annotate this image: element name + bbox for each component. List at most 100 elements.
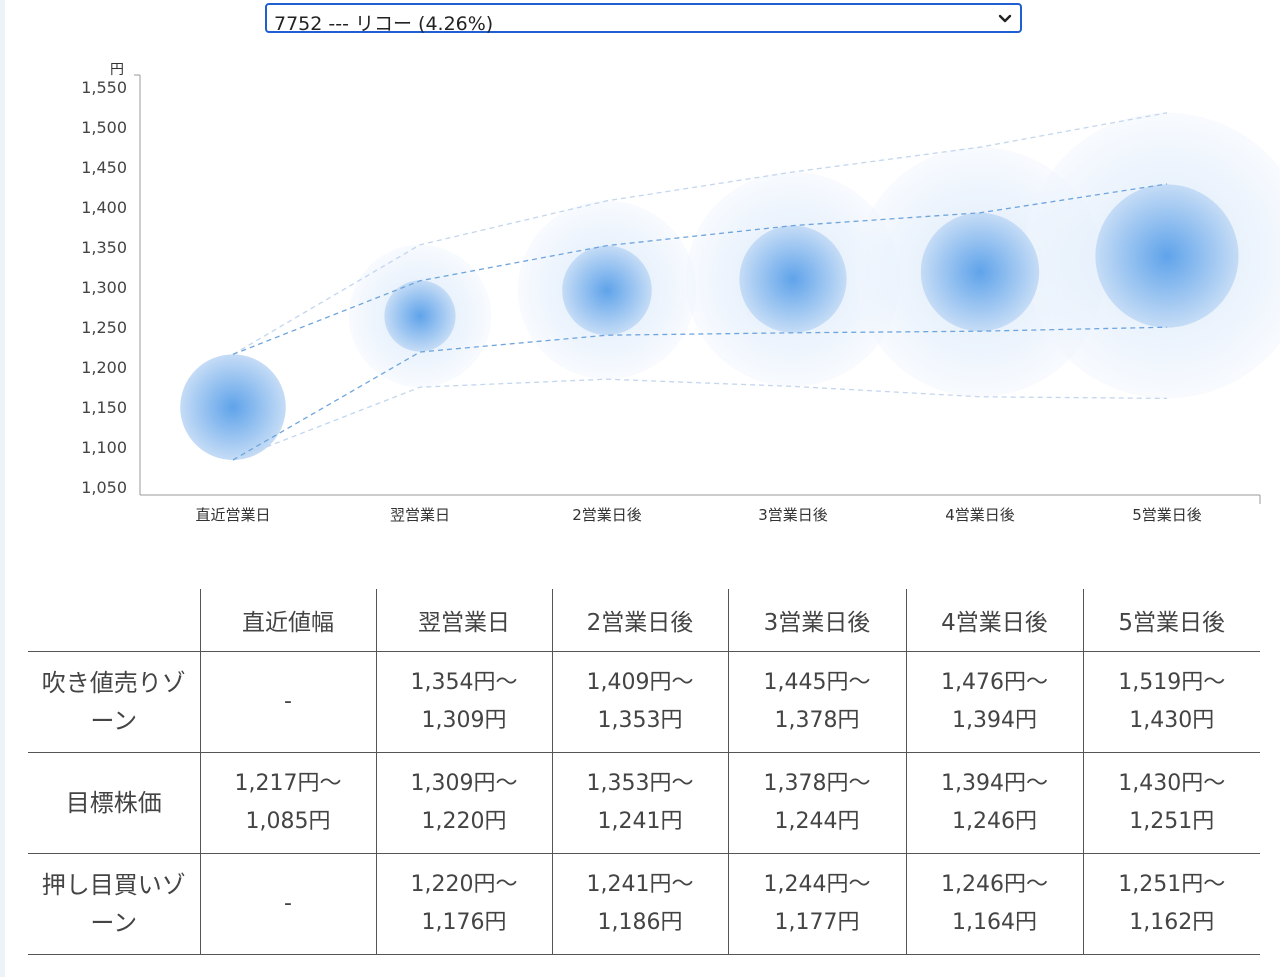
table-cell: - xyxy=(199,853,377,955)
y-axis-unit-label: 円 xyxy=(110,62,124,78)
chevron-down-icon xyxy=(998,14,1012,23)
x-tick-label: 3営業日後 xyxy=(758,506,828,524)
forecast-table-wrap: 直近値幅 翌営業日 2営業日後 3営業日後 4営業日後 5営業日後 吹き値売りゾ ーン - 1,… xyxy=(28,589,1260,955)
cell-value: 1,162円 xyxy=(1129,910,1215,935)
table-row: 目標株価 1,217円〜 1,085円 1,309円〜 1,220円 1,353円〜 1,2… xyxy=(28,752,1260,854)
cell-value: 1,353円〜 xyxy=(586,771,694,796)
y-tick-label: 1,300 xyxy=(81,278,127,297)
x-tick-label: 5営業日後 xyxy=(1132,506,1202,524)
cell-value: 1,176円 xyxy=(421,910,507,935)
forecast-table: 直近値幅 翌営業日 2営業日後 3営業日後 4営業日後 5営業日後 吹き値売りゾ ーン - 1,… xyxy=(28,589,1260,955)
y-tick-label: 1,350 xyxy=(81,238,127,257)
cell-value: 1,378円 xyxy=(774,708,860,733)
cell-value: 1,354円〜 xyxy=(410,670,518,695)
column-header: 4営業日後 xyxy=(905,589,1084,652)
cell-value: 1,445円〜 xyxy=(763,670,871,695)
table-cell: 1,354円〜 1,309円 xyxy=(375,651,553,753)
y-tick-label: 1,100 xyxy=(81,438,127,457)
cell-value: 1,241円〜 xyxy=(586,872,694,897)
table-cell: 1,476円〜 1,394円 xyxy=(905,651,1084,753)
cell-value: 1,220円〜 xyxy=(410,872,518,897)
table-cell: 1,309円〜 1,220円 xyxy=(375,752,553,854)
y-tick-label: 1,250 xyxy=(81,318,127,337)
y-tick-label: 1,400 xyxy=(81,198,127,217)
cell-value: 1,476円〜 xyxy=(941,670,1048,695)
cell-value: 1,251円 xyxy=(1129,809,1215,834)
table-cell: 1,409円〜 1,353円 xyxy=(551,651,729,753)
table-cell: 1,251円〜 1,162円 xyxy=(1082,853,1260,955)
table-cell: 1,353円〜 1,241円 xyxy=(551,752,729,854)
target-bubble xyxy=(180,354,286,461)
row-label-line: 目標株価 xyxy=(65,789,162,817)
buy-zone-lower-line xyxy=(232,378,1168,461)
cell-value: 1,309円〜 xyxy=(410,771,518,796)
table-cell: 1,430円〜 1,251円 xyxy=(1082,752,1260,854)
cell-value: 1,353円 xyxy=(597,708,683,733)
price-forecast-chart: 円 1,050 1,100 1,150 1,200 1,250 1,300 1,350 1,40… xyxy=(81,62,1280,524)
cell-value: 1,378円〜 xyxy=(763,771,871,796)
y-tick-label: 1,150 xyxy=(81,398,127,417)
row-label: 押し目買いゾ ーン xyxy=(28,853,201,955)
table-cell: 1,241円〜 1,186円 xyxy=(551,853,729,955)
x-tick-label: 翌営業日 xyxy=(390,506,450,524)
column-header xyxy=(28,589,201,652)
cell-value: 1,085円 xyxy=(245,809,331,834)
cell-value: - xyxy=(284,689,292,714)
table-header-row: 直近値幅 翌営業日 2営業日後 3営業日後 4営業日後 5営業日後 xyxy=(28,589,1260,652)
cell-value: 1,430円 xyxy=(1129,708,1215,733)
stock-selector[interactable]: 7752 --- リコー (4.26%) xyxy=(265,3,1022,35)
target-bubble xyxy=(920,212,1040,332)
cell-value: 1,394円〜 xyxy=(941,771,1048,796)
table-body: 吹き値売りゾ ーン - 1,354円〜 1,309円 1,409円〜 1,353円 1,445… xyxy=(28,651,1260,955)
cell-value: 1,394円 xyxy=(952,708,1037,733)
cell-value: 1,241円 xyxy=(597,809,683,834)
row-label: 目標株価 xyxy=(28,752,201,854)
x-tick-label: 4営業日後 xyxy=(945,506,1015,524)
table-cell: 1,217円〜 1,085円 xyxy=(199,752,377,854)
row-label-line: 吹き値売りゾ xyxy=(41,669,186,697)
target-bubble xyxy=(1095,184,1239,328)
table-row: 押し目買いゾ ーン - 1,220円〜 1,176円 1,241円〜 1,186円 1,244… xyxy=(28,853,1260,955)
cell-value: 1,220円 xyxy=(421,809,507,834)
x-tick-label: 直近営業日 xyxy=(195,506,270,524)
cell-value: 1,519円〜 xyxy=(1118,670,1226,695)
cell-value: - xyxy=(284,891,292,916)
cell-value: 1,409円〜 xyxy=(586,670,694,695)
table-row: 吹き値売りゾ ーン - 1,354円〜 1,309円 1,409円〜 1,353円 1,445… xyxy=(28,651,1260,753)
cell-value: 1,217円〜 xyxy=(234,771,342,796)
column-header: 3営業日後 xyxy=(727,589,907,652)
cell-value: 1,164円 xyxy=(952,910,1037,935)
cell-value: 1,186円 xyxy=(597,910,683,935)
y-tick-label: 1,200 xyxy=(81,358,127,377)
cell-value: 1,244円 xyxy=(774,809,860,834)
y-tick-label: 1,450 xyxy=(81,158,127,177)
table-cell: 1,244円〜 1,177円 xyxy=(727,853,907,955)
row-label-line: 押し目買いゾ xyxy=(41,871,186,899)
column-header: 翌営業日 xyxy=(375,589,553,652)
column-header: 5営業日後 xyxy=(1082,589,1260,652)
x-tick-label: 2営業日後 xyxy=(572,506,642,524)
column-header: 直近値幅 xyxy=(199,589,377,652)
y-tick-label: 1,550 xyxy=(81,78,127,97)
cell-value: 1,251円〜 xyxy=(1118,872,1226,897)
cell-value: 1,430円〜 xyxy=(1118,771,1226,796)
table-cell: 1,445円〜 1,378円 xyxy=(727,651,907,753)
target-bubble xyxy=(562,245,652,336)
table-cell: 1,394円〜 1,246円 xyxy=(905,752,1084,854)
table-cell: 1,378円〜 1,244円 xyxy=(727,752,907,854)
y-tick-label: 1,500 xyxy=(81,118,127,137)
column-header: 2営業日後 xyxy=(551,589,729,652)
table-cell: 1,220円〜 1,176円 xyxy=(375,853,553,955)
cell-value: 1,309円 xyxy=(421,708,507,733)
target-bubble xyxy=(739,225,847,333)
stock-selector-value: 7752 --- リコー (4.26%) xyxy=(274,13,494,35)
table-cell: - xyxy=(199,651,377,753)
cell-value: 1,246円〜 xyxy=(941,872,1048,897)
row-label: 吹き値売りゾ ーン xyxy=(28,651,201,753)
table-cell: 1,519円〜 1,430円 xyxy=(1082,651,1260,753)
table-cell: 1,246円〜 1,164円 xyxy=(905,853,1084,955)
y-tick-label: 1,050 xyxy=(81,478,127,497)
row-label-line: ーン xyxy=(90,707,138,735)
cell-value: 1,177円 xyxy=(774,910,860,935)
row-label-line: ーン xyxy=(90,909,138,937)
